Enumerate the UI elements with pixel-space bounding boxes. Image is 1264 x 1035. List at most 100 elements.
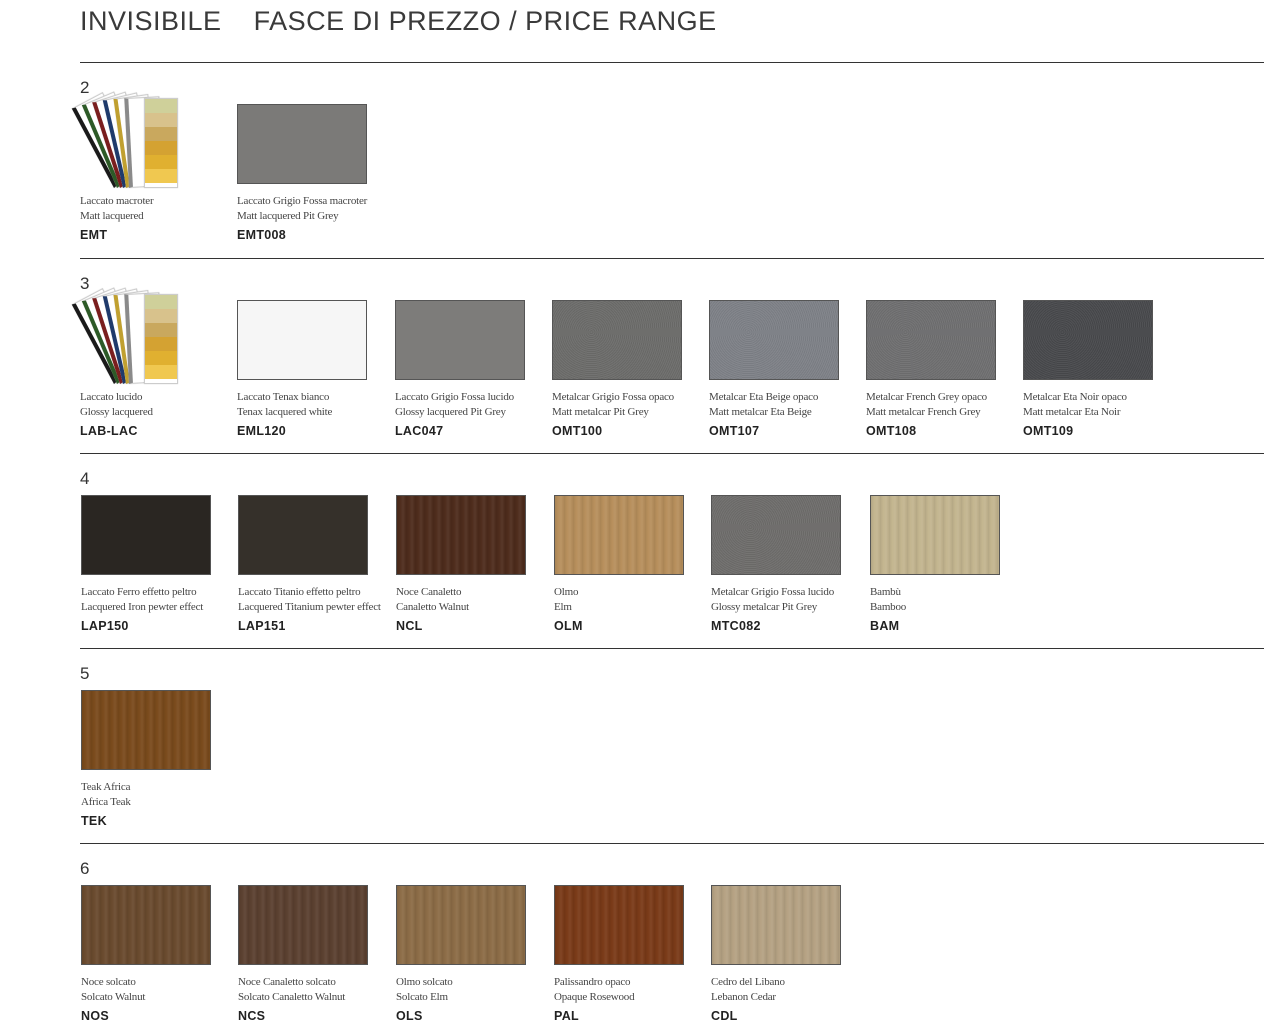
finish-name-it: Noce Canaletto (396, 586, 462, 598)
finish-name-en: Matt metalcar Eta Noir (1023, 406, 1121, 418)
finish-caption: Laccato Ferro effetto peltro Lacquered Ir… (81, 585, 237, 633)
finish-caption: Bambù Bamboo BAM (870, 585, 1026, 633)
price-range-title: FASCE DI PREZZO / PRICE RANGE (253, 6, 717, 36)
finish-item-pal: Palissandro opaco Opaque Rosewood PAL (554, 885, 710, 1023)
finish-code: MTC082 (711, 619, 761, 633)
finish-name-en: Matt lacquered Pit Grey (237, 210, 339, 222)
finish-name-it: Laccato lucido (80, 391, 143, 403)
finish-item-omt109: Metalcar Eta Noir opaco Matt metalcar Eta… (1023, 300, 1179, 438)
finish-swatch (552, 300, 682, 380)
finish-name-en: Matt metalcar Pit Grey (552, 406, 649, 418)
band-number: 2 (80, 78, 90, 97)
finish-swatch (870, 495, 1000, 575)
finish-name-it: Palissandro opaco (554, 976, 631, 988)
finish-caption: Cedro del Libano Lebanon Cedar CDL (711, 975, 867, 1023)
finish-item-bam: Bambù Bamboo BAM (870, 495, 1026, 633)
finish-name-it: Metalcar Eta Beige opaco (709, 391, 819, 403)
finish-code: EMT008 (237, 228, 287, 242)
finish-name-it: Laccato Titanio effetto peltro (238, 586, 361, 598)
finish-item-lab-lac: Laccato lucido Glossy lacquered LAB-LAC (71, 287, 236, 438)
finish-code: NOS (81, 1009, 109, 1023)
finish-name-it: Metalcar Grigio Fossa opaco (552, 391, 674, 403)
finish-caption: Olmo Elm OLM (554, 585, 710, 633)
finish-item-omt107: Metalcar Eta Beige opaco Matt metalcar Et… (709, 300, 865, 438)
finish-name-en: Lacquered Titanium pewter effect (238, 601, 381, 613)
finish-item-ols: Olmo solcato Solcato Elm OLS (396, 885, 552, 1023)
finish-item-omt100: Metalcar Grigio Fossa opaco Matt metalcar… (552, 300, 708, 438)
finish-name-en: Solcato Elm (396, 991, 448, 1003)
finish-caption: Olmo solcato Solcato Elm OLS (396, 975, 552, 1023)
finish-code: LAP150 (81, 619, 129, 633)
finish-name-en: Bamboo (870, 601, 907, 613)
finish-swatch (554, 885, 684, 965)
finish-item-olm: Olmo Elm OLM (554, 495, 710, 633)
finish-swatch (711, 885, 841, 965)
finish-item-lac047: Laccato Grigio Fossa lucido Glossy lacque… (395, 300, 551, 438)
finish-swatch (237, 104, 367, 184)
finish-swatch (237, 300, 367, 380)
finish-name-it: Olmo solcato (396, 976, 453, 988)
finish-code: PAL (554, 1009, 579, 1023)
finish-code: BAM (870, 619, 900, 633)
finish-name-en: Canaletto Walnut (396, 601, 469, 613)
finish-caption: Laccato macroter Matt lacquered EMT (80, 194, 236, 242)
finish-item-tek: Teak Africa Africa Teak TEK (81, 690, 237, 828)
finish-name-it: Cedro del Libano (711, 976, 785, 988)
finish-swatch (711, 495, 841, 575)
band-number: 3 (80, 274, 90, 293)
finish-item-ncs: Noce Canaletto solcato Solcato Canaletto … (238, 885, 394, 1023)
finish-code: EMT (80, 228, 108, 242)
finish-code: OMT107 (709, 424, 760, 438)
finish-caption: Laccato Grigio Fossa lucido Glossy lacque… (395, 390, 551, 438)
finish-name-it: Laccato Grigio Fossa lucido (395, 391, 514, 403)
finish-item-lap150: Laccato Ferro effetto peltro Lacquered Ir… (81, 495, 237, 633)
finish-name-en: Glossy lacquered (80, 406, 153, 418)
finish-name-it: Metalcar Grigio Fossa lucido (711, 586, 835, 598)
finish-caption: Palissandro opaco Opaque Rosewood PAL (554, 975, 710, 1023)
finish-code: TEK (81, 814, 107, 828)
band-divider (80, 62, 1264, 63)
finish-name-en: Africa Teak (81, 796, 131, 808)
finish-item-lap151: Laccato Titanio effetto peltro Lacquered … (238, 495, 394, 633)
finish-item-cdl: Cedro del Libano Lebanon Cedar CDL (711, 885, 867, 1023)
band-divider (80, 843, 1264, 844)
finish-code: OLS (396, 1009, 423, 1023)
finish-name-en: Glossy metalcar Pit Grey (711, 601, 818, 613)
finish-name-en: Opaque Rosewood (554, 991, 635, 1003)
finish-item-eml120: Laccato Tenax bianco Tenax lacquered whit… (237, 300, 393, 438)
page-title: INVISIBILE FASCE DI PREZZO / PRICE RANGE (80, 6, 717, 37)
finish-name-en: Lacquered Iron pewter effect (81, 601, 204, 613)
finish-name-en: Matt metalcar French Grey (866, 406, 981, 418)
finish-code: OMT108 (866, 424, 917, 438)
finish-code: LAB-LAC (80, 424, 138, 438)
finish-item-ncl: Noce Canaletto Canaletto Walnut NCL (396, 495, 552, 633)
finish-swatch (395, 300, 525, 380)
finish-caption: Metalcar Grigio Fossa opaco Matt metalcar… (552, 390, 708, 438)
band-divider (80, 648, 1264, 649)
finish-name-en: Elm (554, 601, 572, 613)
finish-name-it: Laccato Grigio Fossa macroter (237, 195, 368, 207)
finish-swatch (396, 495, 526, 575)
finish-name-en: Lebanon Cedar (711, 991, 776, 1003)
finish-code: OLM (554, 619, 583, 633)
band-divider (80, 453, 1264, 454)
finish-name-it: Noce Canaletto solcato (238, 976, 336, 988)
finish-name-it: Laccato macroter (80, 195, 154, 207)
finish-name-it: Noce solcato (81, 976, 136, 988)
finish-code: LAP151 (238, 619, 286, 633)
finish-item-omt108: Metalcar French Grey opaco Matt metalcar … (866, 300, 1022, 438)
finish-caption: Laccato Titanio effetto peltro Lacquered … (238, 585, 394, 633)
band-number: 4 (80, 469, 90, 488)
finish-caption: Metalcar Eta Noir opaco Matt metalcar Eta… (1023, 390, 1179, 438)
finish-name-it: Metalcar Eta Noir opaco (1023, 391, 1127, 403)
finish-name-it: Teak Africa (81, 781, 131, 793)
finish-caption: Metalcar Grigio Fossa lucido Glossy metal… (711, 585, 867, 633)
finish-code: OMT100 (552, 424, 603, 438)
band-number: 6 (80, 859, 90, 878)
finish-caption: Metalcar Eta Beige opaco Matt metalcar Et… (709, 390, 865, 438)
finish-item-emt: Laccato macroter Matt lacquered EMT (71, 91, 236, 242)
finish-caption: Noce Canaletto solcato Solcato Canaletto … (238, 975, 394, 1023)
finish-caption: Teak Africa Africa Teak TEK (81, 780, 237, 828)
finish-code: CDL (711, 1009, 738, 1023)
finish-code: NCS (238, 1009, 266, 1023)
